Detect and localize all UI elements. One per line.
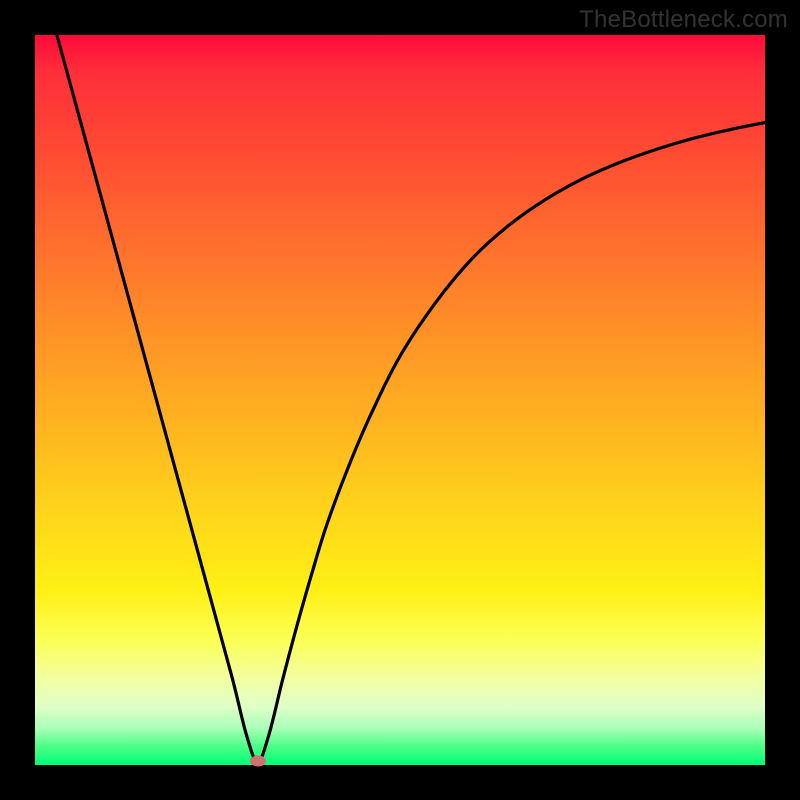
gradient-plot-area (35, 35, 765, 765)
bottleneck-curve (35, 35, 765, 765)
minimum-marker (250, 756, 266, 767)
chart-frame: TheBottleneck.com (0, 0, 800, 800)
watermark-text: TheBottleneck.com (579, 6, 788, 34)
